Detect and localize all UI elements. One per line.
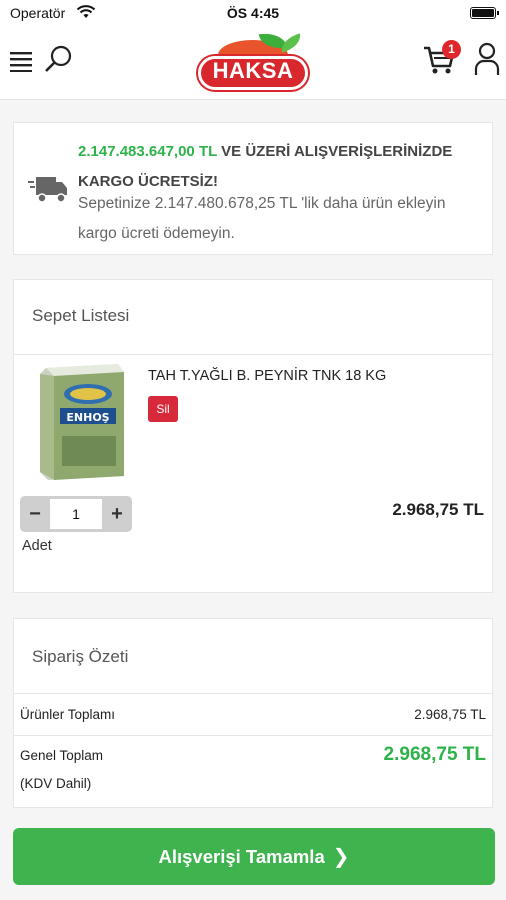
shipping-threshold: 2.147.483.647,00 TL [78,143,217,160]
free-shipping-headline: 2.147.483.647,00 TL VE ÜZERİ ALIŞVERİŞLE… [78,137,486,197]
product-image-brand: ENHOŞ [66,411,109,424]
checkout-button[interactable]: Alışverişi Tamamla ❯ [13,828,495,885]
decrease-quantity-button[interactable]: − [20,496,50,532]
cart-count-badge: 1 [442,40,461,59]
subtotal-value: 2.968,75 TL [414,707,486,722]
item-price: 2.968,75 TL [392,500,484,519]
checkout-label: Alışverişi Tamamla [158,846,325,867]
status-bar: Operatör ÖS 4:45 [0,0,506,26]
quantity-input[interactable]: 1 [50,499,102,529]
delete-item-button[interactable]: Sil [148,396,178,422]
increase-quantity-button[interactable]: + [102,496,132,532]
app-header: HAKSA 1 [0,26,506,100]
basket-title: Sepet Listesi [32,306,130,325]
free-shipping-notice: 2.147.483.647,00 TL VE ÜZERİ ALIŞVERİŞLE… [13,122,493,255]
total-label: Genel Toplam [20,748,104,763]
truck-icon [28,177,67,203]
basket-list: Sepet Listesi ENHOŞ TAH T.YAĞLI B. PEYNİ… [13,279,493,593]
shipping-remaining: Sepetinize 2.147.480.678,25 TL 'lik daha… [78,195,446,242]
product-image[interactable]: ENHOŞ [34,360,130,484]
product-name[interactable]: TAH T.YAĞLI B. PEYNİR TNK 18 KG [148,368,386,384]
quantity-unit-label: Adet [22,538,52,554]
user-icon[interactable] [474,42,500,76]
haksa-logo[interactable]: HAKSA [196,29,310,94]
subtotal-row: Ürünler Toplamı 2.968,75 TL [14,693,492,735]
quantity-stepper: − 1 + [20,496,132,532]
chevron-right-icon: ❯ [332,846,350,868]
vat-note: (KDV Dahil) [20,776,92,791]
clock: ÖS 4:45 [226,5,280,21]
search-icon[interactable] [44,44,74,74]
menu-icon[interactable] [10,50,34,72]
subtotal-label: Ürünler Toplamı [20,707,116,722]
battery-icon [470,7,499,19]
logo-text: HAKSA [212,58,294,83]
order-summary: Sipariş Özeti Ürünler Toplamı 2.968,75 T… [13,618,493,808]
total-row: Genel Toplam (KDV Dahil) 2.968,75 TL [14,735,492,807]
summary-title: Sipariş Özeti [32,647,129,666]
total-value: 2.968,75 TL [383,744,486,765]
